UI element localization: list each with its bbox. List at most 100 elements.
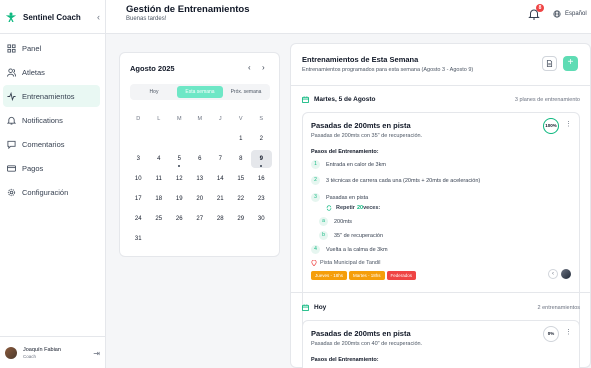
day-number: 26: [175, 216, 183, 222]
sidebar-item-comentarios[interactable]: Comentarios: [3, 133, 100, 155]
calendar-day[interactable]: 25: [149, 210, 170, 228]
calendar-day[interactable]: 13: [190, 170, 211, 188]
language-label: Español: [565, 11, 587, 17]
weekday-label: M: [197, 116, 203, 122]
calendar-day[interactable]: 4: [149, 150, 170, 168]
language-selector[interactable]: Español: [553, 10, 587, 18]
more-options-icon[interactable]: ⋮: [565, 328, 572, 336]
day-header: Martes, 5 de Agosto 3 planes de entrenam…: [302, 96, 580, 103]
bell-icon: [7, 116, 16, 125]
empty-day: [190, 230, 211, 248]
sub-step-text: 35" de recuperación: [334, 232, 384, 239]
tab-hoy[interactable]: Hoy: [131, 86, 177, 98]
user-profile[interactable]: Joaquín Fabian Coach ⇥: [5, 345, 100, 361]
calendar-day[interactable]: 30: [251, 210, 272, 228]
calendar-day[interactable]: 14: [210, 170, 231, 188]
week-row: 3 4 5 6 7 8 9: [128, 149, 272, 169]
calendar-day[interactable]: 9: [251, 150, 272, 168]
map-pin-icon: [311, 260, 317, 266]
sidebar-item-entrenamientos[interactable]: Entrenamientos: [3, 85, 100, 107]
day-number: 16: [257, 176, 265, 182]
chevron-left-icon[interactable]: ‹: [97, 12, 100, 22]
day-number: 7: [218, 156, 222, 162]
calendar-day[interactable]: 21: [210, 190, 231, 208]
calendar-icon: [302, 304, 309, 311]
calendar-day[interactable]: 24: [128, 210, 149, 228]
chevron-left-icon[interactable]: ‹: [248, 63, 251, 72]
tab-esta-semana[interactable]: Esta semana: [177, 86, 223, 98]
sub-step-text: 200mts: [334, 218, 353, 225]
repeat-suffix: veces:: [363, 205, 381, 211]
empty-day: [149, 230, 170, 248]
chevron-left-icon[interactable]: ‹: [548, 269, 558, 279]
calendar-day[interactable]: 11: [149, 170, 170, 188]
calendar-day[interactable]: 8: [231, 150, 252, 168]
training-card[interactable]: Pasadas de 200mts en pista Pasadas de 20…: [302, 320, 580, 368]
step-text: Vuelta a la calma de 3km: [326, 246, 388, 253]
day-number: 18: [155, 196, 163, 202]
sidebar-item-notifications[interactable]: Notifications: [3, 109, 100, 131]
panel-title: Entrenamientos de Esta Semana: [302, 55, 419, 64]
calendar-day[interactable]: 29: [231, 210, 252, 228]
training-card[interactable]: Pasadas de 200mts en pista Pasadas de 20…: [302, 112, 580, 347]
chevron-right-icon[interactable]: ›: [262, 63, 265, 72]
day-number: 23: [257, 196, 265, 202]
step-number: 4: [311, 245, 320, 254]
day-number: 20: [196, 196, 204, 202]
calendar-day[interactable]: 28: [210, 210, 231, 228]
sub-step-item: b 35" de recuperación: [319, 231, 383, 240]
group-tag: Federados: [386, 271, 417, 280]
day-number: 1: [239, 136, 243, 142]
day-number: 21: [216, 196, 224, 202]
calendar-day[interactable]: 5: [169, 150, 190, 168]
step-item: 1 Entrada en calor de 3km: [311, 160, 386, 169]
divider: [291, 85, 590, 86]
notification-badge: 8: [536, 4, 544, 12]
sidebar-item-atletas[interactable]: Atletas: [3, 61, 100, 83]
calendar-day[interactable]: 22: [231, 190, 252, 208]
calendar-day[interactable]: 16: [251, 170, 272, 188]
calendar-day[interactable]: 12: [169, 170, 190, 188]
calendar-day[interactable]: 1: [231, 130, 252, 148]
export-button[interactable]: [542, 56, 557, 71]
user-name: Joaquín Fabian: [23, 347, 61, 353]
calendar-day[interactable]: 20: [190, 190, 211, 208]
sidebar-item-panel[interactable]: Panel: [3, 37, 100, 59]
calendar-day[interactable]: 10: [128, 170, 149, 188]
sidebar-item-pagos[interactable]: Pagos: [3, 157, 100, 179]
repeat-block: Repetir 20 veces:: [326, 205, 380, 211]
tab-prox-semana[interactable]: Próx. semana: [223, 86, 269, 98]
step-text: Pasadas en pista: [326, 194, 369, 201]
day-number: 10: [134, 176, 142, 182]
calendar-day[interactable]: 18: [149, 190, 170, 208]
sidebar-item-label: Notifications: [22, 115, 63, 125]
step-item: 2 3 técnicas de carrera cada una (20mts …: [311, 176, 480, 185]
calendar-day[interactable]: 17: [128, 190, 149, 208]
week-row: 24 25 26 27 28 29 30: [128, 209, 272, 229]
empty-day: [169, 230, 190, 248]
calendar-day[interactable]: 19: [169, 190, 190, 208]
activity-icon: [7, 91, 16, 101]
add-training-button[interactable]: +: [563, 56, 578, 71]
calendar-day[interactable]: 3: [128, 150, 149, 168]
empty-day: [169, 130, 190, 148]
calendar-day[interactable]: 26: [169, 210, 190, 228]
calendar-day[interactable]: 23: [251, 190, 272, 208]
logout-icon[interactable]: ⇥: [93, 349, 100, 358]
sidebar-nav: Panel Atletas Entrenamientos Notificatio…: [3, 37, 100, 205]
globe-icon: [553, 10, 561, 18]
calendar-day[interactable]: 2: [251, 130, 272, 148]
calendar-day[interactable]: 31: [128, 230, 149, 248]
empty-day: [231, 230, 252, 248]
gear-icon: [7, 188, 16, 196]
users-icon: [7, 67, 16, 77]
calendar-day[interactable]: 27: [190, 210, 211, 228]
brand: Sentinel Coach ‹: [6, 10, 100, 24]
sidebar-item-configuracion[interactable]: Configuración: [3, 181, 100, 203]
calendar-day[interactable]: 6: [190, 150, 211, 168]
calendar-day[interactable]: 7: [210, 150, 231, 168]
step-item: 4 Vuelta a la calma de 3km: [311, 245, 388, 254]
document-icon: [546, 60, 553, 67]
calendar-day[interactable]: 15: [231, 170, 252, 188]
more-options-icon[interactable]: ⋮: [565, 120, 572, 128]
